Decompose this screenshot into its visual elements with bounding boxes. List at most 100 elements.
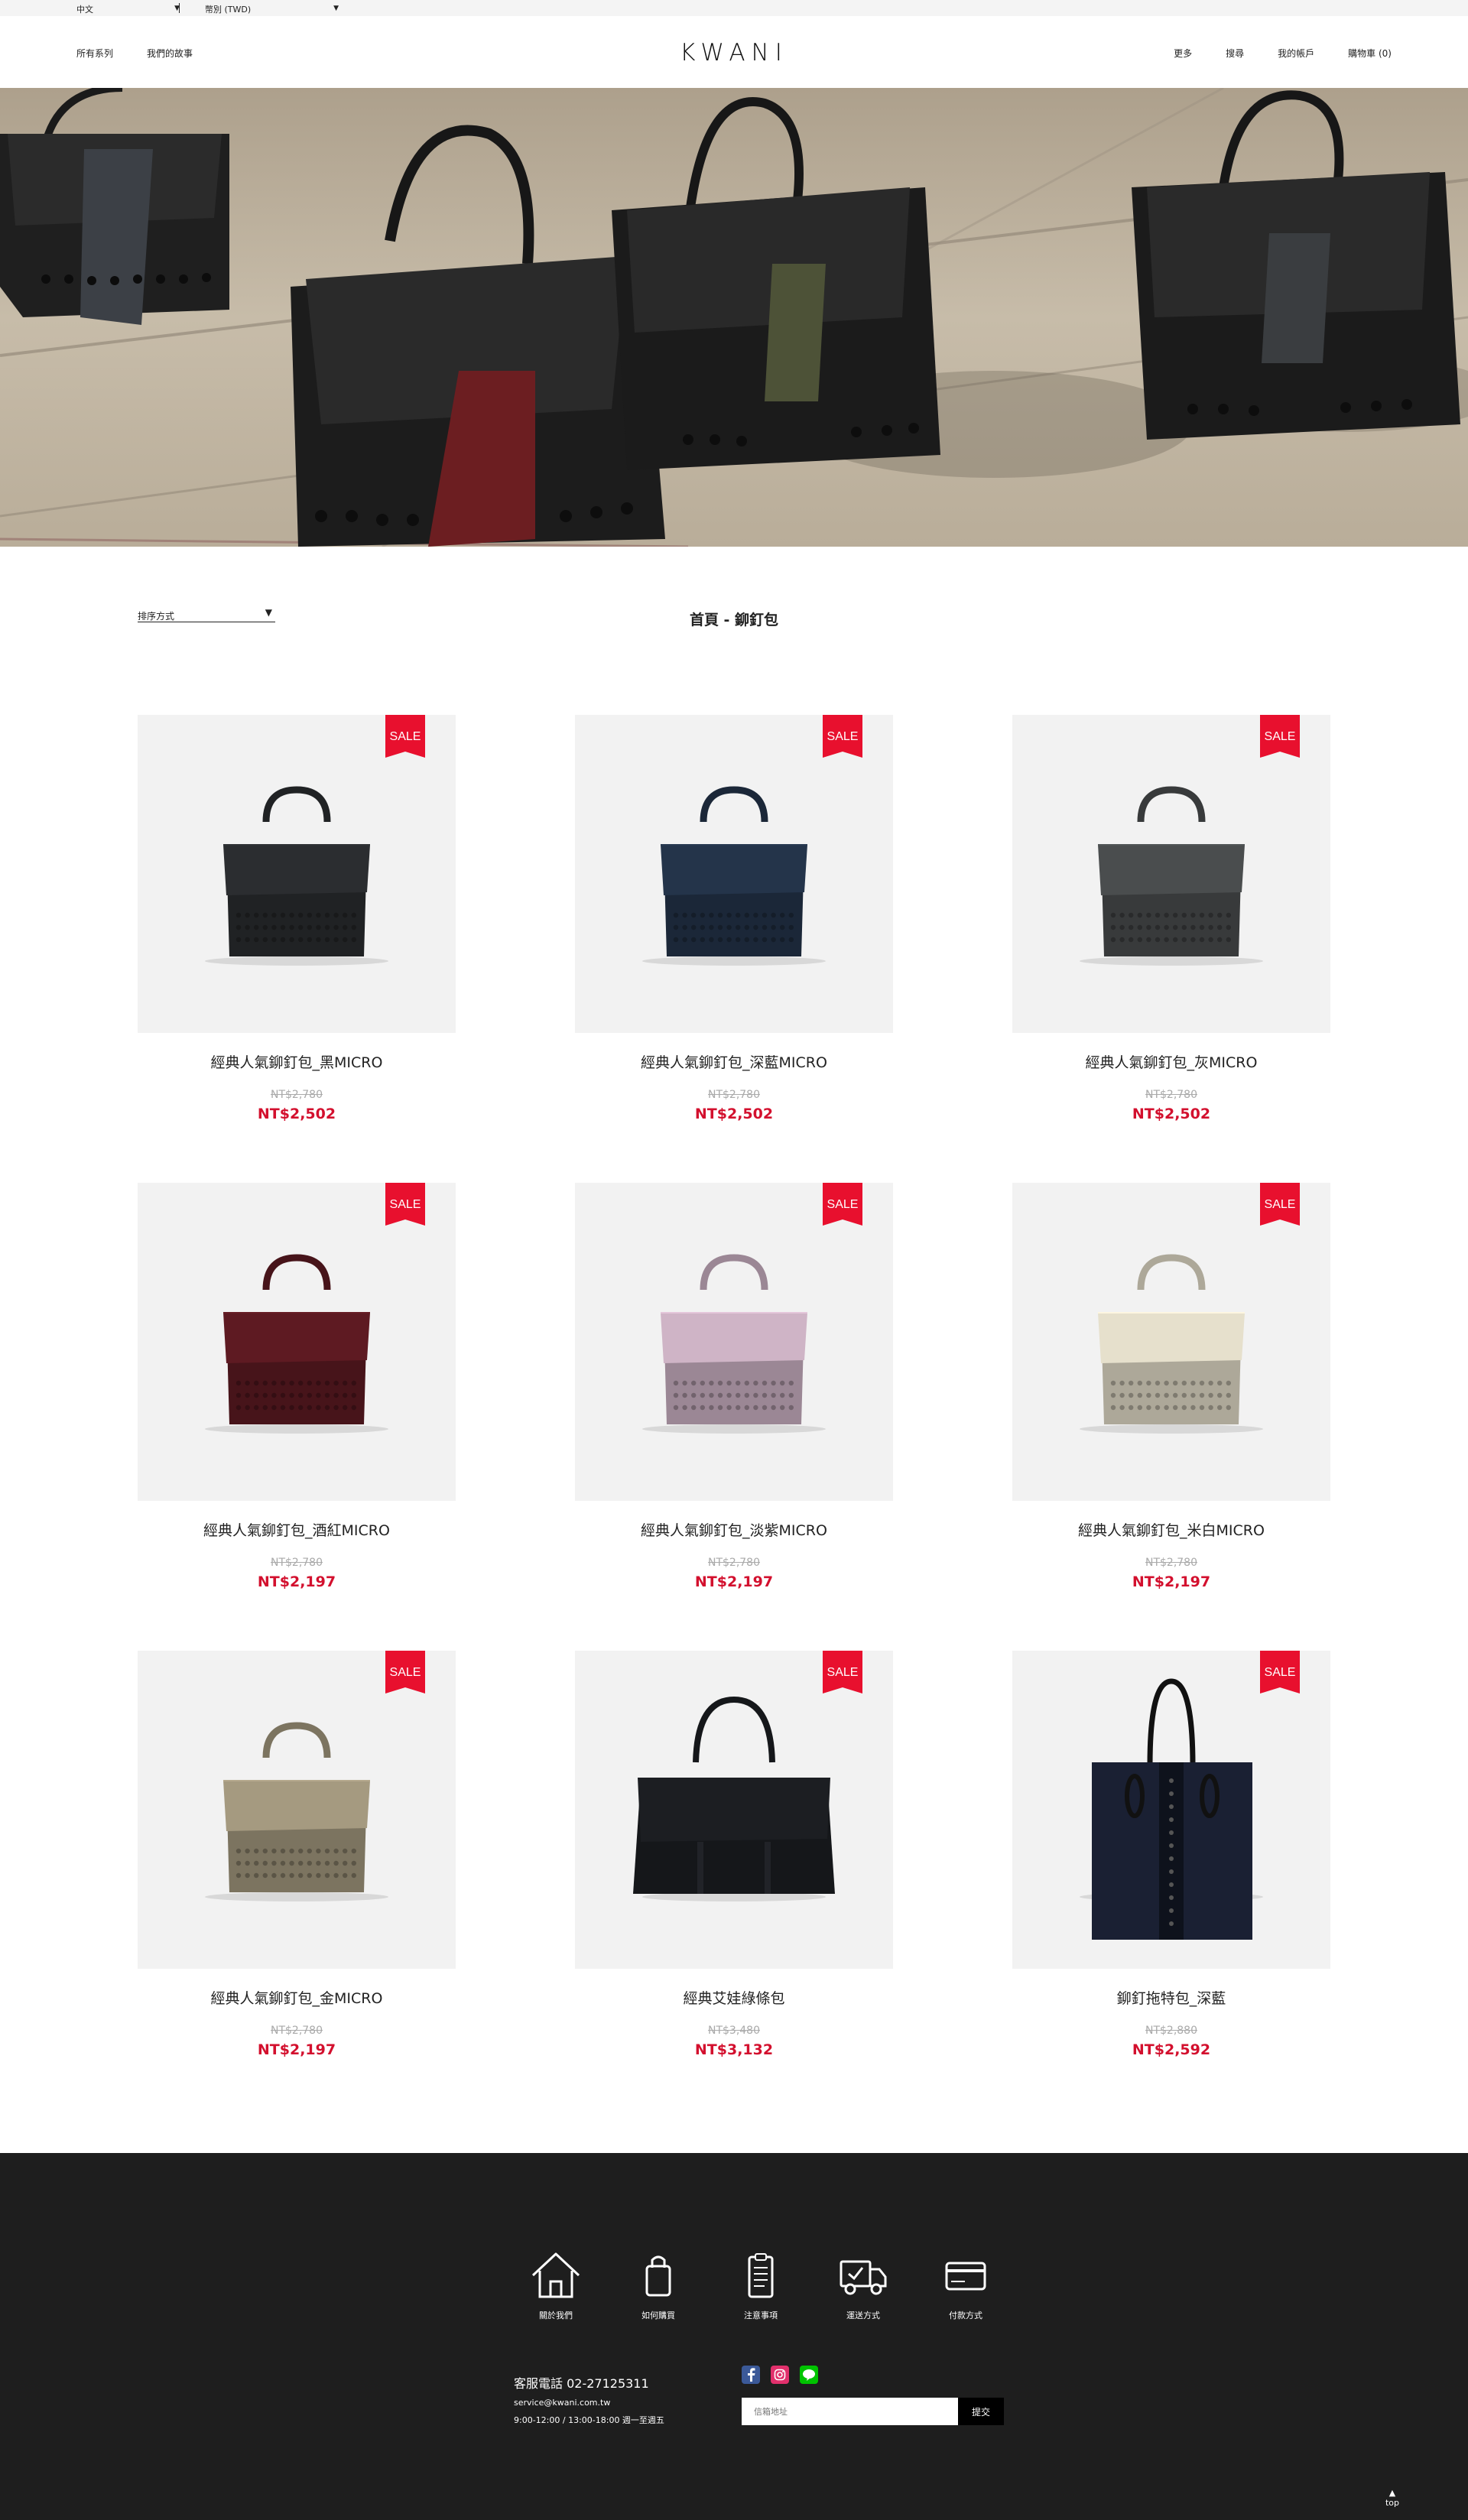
secondary-nav: 更多 搜尋 我的帳戶 購物車 (0)	[1174, 47, 1392, 60]
product-card[interactable]: SALE 經典人氣鉚釘包_黑MICRO NT$2,780 NT$2,502	[138, 715, 456, 1122]
site-header: 所有系列 我們的故事 KWANI 更多 搜尋 我的帳戶 購物車 (0)	[0, 16, 1468, 88]
sale-badge-label: SALE	[827, 730, 859, 743]
shopping-bag-icon	[645, 2255, 671, 2297]
sale-price: NT$3,132	[694, 2041, 774, 2058]
original-price: NT$2,880	[1145, 2025, 1197, 2037]
product-name[interactable]: 經典艾娃綠條包	[575, 1987, 893, 2008]
currency-select[interactable]: 幣別 (TWD) ▼	[205, 3, 339, 15]
original-price: NT$2,780	[270, 2025, 323, 2037]
listing-toolbar: 排序方式 ▼ 首頁 - 鉚釘包	[0, 547, 1468, 707]
product-name[interactable]: 經典人氣鉚釘包_酒紅MICRO	[138, 1519, 456, 1540]
sale-badge: SALE	[1260, 1183, 1300, 1230]
arrow-up-icon: ▲	[1388, 2488, 1396, 2498]
footer-link-shipping[interactable]: 運送方式	[812, 2251, 914, 2321]
footer-link-about[interactable]: 關於我們	[505, 2251, 607, 2321]
breadcrumb: 首頁 - 鉚釘包	[689, 612, 779, 628]
sale-badge-label: SALE	[1264, 1198, 1296, 1211]
back-to-top-button[interactable]: ▲ top	[1385, 2488, 1399, 2508]
footer-link-payment[interactable]: 付款方式	[914, 2251, 1017, 2321]
nav-search[interactable]: 搜尋	[1226, 47, 1244, 60]
sale-price: NT$2,502	[257, 1106, 336, 1122]
product-card[interactable]: SALE 鉚釘拖特包_深藍 NT$2,880 NT$2,592	[1012, 1651, 1330, 2058]
sale-badge: SALE	[385, 1183, 425, 1230]
original-price: NT$2,780	[270, 1557, 323, 1569]
sale-badge: SALE	[385, 715, 425, 762]
handbag-illustration	[1080, 786, 1263, 966]
customer-service-phone: 客服電話 02-27125311	[514, 2376, 649, 2391]
sale-badge-label: SALE	[1264, 1666, 1296, 1679]
sale-price: NT$2,197	[694, 1573, 774, 1590]
footer-link-label: 注意事項	[744, 2311, 778, 2320]
credit-card-icon	[945, 2262, 986, 2291]
product-name[interactable]: 鉚釘拖特包_深藍	[1012, 1987, 1330, 2008]
sale-price: NT$2,502	[1132, 1106, 1211, 1122]
product-image[interactable]: SALE	[138, 1183, 456, 1501]
handbag-illustration	[642, 1254, 826, 1434]
instagram-icon[interactable]	[771, 2366, 789, 2384]
product-image[interactable]: SALE	[575, 1651, 893, 1969]
footer-link-how-to-buy[interactable]: 如何購買	[607, 2251, 710, 2321]
handbag-illustration	[633, 1696, 835, 1901]
service-hours: 9:00-12:00 / 13:00-18:00 週一至週五	[514, 2415, 664, 2425]
product-card[interactable]: SALE 經典人氣鉚釘包_灰MICRO NT$2,780 NT$2,502	[1012, 715, 1330, 1122]
clipboard-icon	[748, 2253, 774, 2298]
delivery-truck-icon	[840, 2260, 887, 2295]
nav-cart[interactable]: 購物車 (0)	[1348, 47, 1392, 60]
original-price: NT$2,780	[1145, 1089, 1197, 1101]
sale-badge: SALE	[823, 1651, 862, 1698]
currency-value: 幣別 (TWD)	[205, 5, 252, 15]
facebook-icon[interactable]	[742, 2366, 760, 2384]
product-name[interactable]: 經典人氣鉚釘包_金MICRO	[138, 1987, 456, 2008]
product-card[interactable]: SALE 經典人氣鉚釘包_酒紅MICRO NT$2,780 NT$2,197	[138, 1183, 456, 1590]
sale-badge-label: SALE	[389, 730, 421, 743]
footer-link-notes[interactable]: 注意事項	[710, 2251, 812, 2321]
sale-price: NT$2,197	[257, 2041, 336, 2058]
product-card[interactable]: SALE 經典人氣鉚釘包_淡紫MICRO NT$2,780 NT$2,197	[575, 1183, 893, 1590]
sale-price: NT$2,592	[1132, 2041, 1211, 2058]
footer-info-links: 關於我們 如何購買 注意事項 運送方式 付款方式	[505, 2251, 1017, 2321]
handbag-illustration	[1080, 1678, 1263, 1940]
product-image[interactable]: SALE	[1012, 715, 1330, 1033]
social-links	[742, 2366, 818, 2384]
sale-badge: SALE	[823, 715, 862, 762]
contact-info: 客服電話 02-27125311 service@kwani.com.tw 9:…	[514, 2373, 664, 2426]
language-select[interactable]: 中文 ▼	[76, 3, 180, 15]
product-image[interactable]: SALE	[138, 715, 456, 1033]
product-card[interactable]: SALE 經典人氣鉚釘包_深藍MICRO NT$2,780 NT$2,502	[575, 715, 893, 1122]
handbag-illustration	[205, 1254, 388, 1434]
product-image[interactable]: SALE	[1012, 1183, 1330, 1501]
customer-service-email[interactable]: service@kwani.com.tw	[514, 2398, 664, 2408]
sale-price: NT$2,197	[257, 1573, 336, 1590]
product-image[interactable]: SALE	[138, 1651, 456, 1969]
sale-badge: SALE	[1260, 715, 1300, 762]
product-image[interactable]: SALE	[575, 1183, 893, 1501]
product-name[interactable]: 經典人氣鉚釘包_淡紫MICRO	[575, 1519, 893, 1540]
footer-link-label: 如何購買	[641, 2311, 675, 2320]
sale-badge-label: SALE	[827, 1198, 859, 1211]
original-price: NT$2,780	[270, 1089, 323, 1101]
product-name[interactable]: 經典人氣鉚釘包_深藍MICRO	[575, 1051, 893, 1072]
product-card[interactable]: SALE 經典艾娃綠條包 NT$3,480 NT$3,132	[575, 1651, 893, 2058]
product-card[interactable]: SALE 經典人氣鉚釘包_金MICRO NT$2,780 NT$2,197	[138, 1651, 456, 2058]
handbag-illustration	[205, 1722, 388, 1901]
original-price: NT$2,780	[707, 1557, 760, 1569]
product-name[interactable]: 經典人氣鉚釘包_米白MICRO	[1012, 1519, 1330, 1540]
email-input[interactable]	[742, 2398, 958, 2425]
home-icon	[531, 2252, 580, 2298]
nav-my-account[interactable]: 我的帳戶	[1278, 47, 1314, 60]
product-card[interactable]: SALE 經典人氣鉚釘包_米白MICRO NT$2,780 NT$2,197	[1012, 1183, 1330, 1590]
submit-button[interactable]: 提交	[958, 2398, 1004, 2425]
original-price: NT$3,480	[707, 2025, 760, 2037]
product-name[interactable]: 經典人氣鉚釘包_黑MICRO	[138, 1051, 456, 1072]
language-value: 中文	[76, 5, 93, 15]
product-image[interactable]: SALE	[575, 715, 893, 1033]
nav-more[interactable]: 更多	[1174, 47, 1192, 60]
line-icon[interactable]	[800, 2366, 818, 2384]
product-name[interactable]: 經典人氣鉚釘包_灰MICRO	[1012, 1051, 1330, 1072]
product-image[interactable]: SALE	[1012, 1651, 1330, 1969]
hero-banner	[0, 88, 1468, 547]
sale-badge-label: SALE	[827, 1666, 859, 1679]
handbag-illustration	[1080, 1254, 1263, 1434]
sale-badge: SALE	[823, 1183, 862, 1230]
footer-link-label: 付款方式	[949, 2311, 982, 2320]
